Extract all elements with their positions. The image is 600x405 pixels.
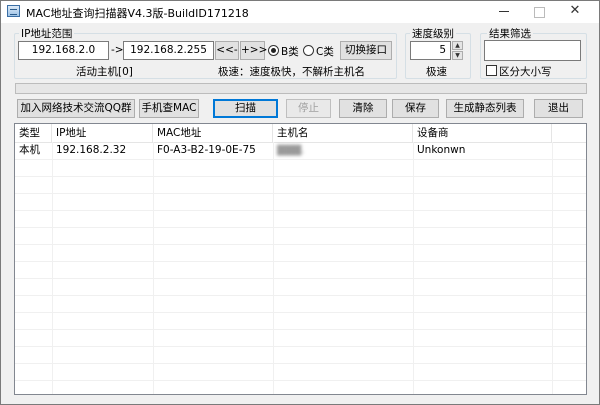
phone-mac-button[interactable]: 手机查MAC (139, 99, 199, 118)
table-row[interactable]: 本机 192.168.2.32 F0-A3-B2-19-0E-75 ▇▇▇. U… (15, 142, 586, 160)
column-header-hostname[interactable]: 主机名 (273, 124, 413, 142)
empty-row (15, 312, 586, 330)
empty-row (15, 210, 586, 228)
empty-row (15, 363, 586, 381)
speed-level-field[interactable]: 5 (410, 41, 451, 60)
class-b-radio[interactable] (268, 45, 279, 56)
cell-vendor: Unkonwn (417, 144, 466, 156)
case-sensitive-checkbox[interactable] (486, 65, 497, 76)
empty-row (15, 244, 586, 262)
range-arrow: -> (111, 44, 124, 56)
clear-button[interactable]: 清除 (339, 99, 387, 118)
empty-row (15, 261, 586, 279)
close-button[interactable]: ✕ (558, 1, 592, 23)
empty-row (15, 295, 586, 313)
start-ip-field[interactable]: 192.168.2.0 (18, 41, 109, 60)
speed-label: 极速 (426, 66, 447, 78)
end-ip-field[interactable]: 192.168.2.255 (123, 41, 214, 60)
table-body: 本机 192.168.2.32 F0-A3-B2-19-0E-75 ▇▇▇. U… (15, 142, 586, 394)
empty-row (15, 278, 586, 296)
class-c-radio[interactable] (303, 45, 314, 56)
filter-input[interactable] (484, 40, 581, 61)
maximize-icon (534, 7, 545, 18)
filter-group-label: 结果筛选 (487, 26, 533, 41)
scan-progress-bar (15, 83, 587, 94)
empty-row (15, 227, 586, 245)
scan-button[interactable]: 扫描 (213, 99, 278, 118)
speed-status-label: 极速：速度极快，不解析主机名 (218, 66, 365, 78)
speed-group-label: 速度级别 (410, 26, 456, 41)
column-header-mac[interactable]: MAC地址 (153, 124, 273, 142)
close-icon: ✕ (569, 3, 581, 18)
exit-button[interactable]: 退出 (534, 99, 583, 118)
minimize-icon (499, 11, 509, 12)
empty-row (15, 380, 586, 394)
column-header-ip[interactable]: IP地址 (52, 124, 153, 142)
empty-row (15, 329, 586, 347)
active-hosts-label: 活动主机[0] (76, 66, 133, 78)
column-header-type[interactable]: 类型 (15, 124, 52, 142)
class-c-label: C类 (316, 46, 334, 58)
empty-row (15, 193, 586, 211)
results-table[interactable]: 类型 IP地址 MAC地址 主机名 设备商 本机 192.168.2.32 F0… (14, 123, 587, 395)
spin-up-icon[interactable]: ▲ (452, 41, 463, 50)
ip-range-group-label: IP地址范围 (19, 26, 75, 41)
title-bar[interactable]: MAC地址查询扫描器V4.3版-BuildID171218 ✕ (1, 1, 599, 23)
class-b-label: B类 (281, 46, 299, 58)
empty-row (15, 176, 586, 194)
save-button[interactable]: 保存 (392, 99, 439, 118)
maximize-button[interactable] (522, 1, 556, 23)
spin-down-icon[interactable]: ▼ (452, 51, 463, 60)
join-qq-group-button[interactable]: 加入网络技术交流QQ群 (17, 99, 135, 118)
table-header: 类型 IP地址 MAC地址 主机名 设备商 (15, 124, 586, 143)
cell-ip: 192.168.2.32 (56, 144, 127, 156)
empty-row (15, 346, 586, 364)
generate-static-list-button[interactable]: 生成静态列表 (446, 99, 524, 118)
main-window: MAC地址查询扫描器V4.3版-BuildID171218 ✕ IP地址范围 1… (0, 0, 600, 405)
cell-type: 本机 (19, 144, 40, 156)
cell-hostname: ▇▇▇. (273, 142, 413, 159)
cell-mac: F0-A3-B2-19-0E-75 (157, 144, 256, 156)
stop-button[interactable]: 停止 (286, 99, 331, 118)
empty-row (15, 159, 586, 177)
redacted-hostname: ▇▇▇. (277, 144, 305, 156)
speed-spinner[interactable]: ▲ ▼ (452, 41, 463, 60)
column-header-vendor[interactable]: 设备商 (413, 124, 552, 142)
case-sensitive-label: 区分大小写 (499, 66, 552, 78)
next-range-button[interactable]: +>> (240, 41, 267, 60)
minimize-button[interactable] (487, 1, 521, 23)
prev-range-button[interactable]: <<- (215, 41, 239, 60)
switch-interface-button[interactable]: 切换接口 (340, 41, 392, 60)
app-icon (7, 5, 20, 17)
window-title: MAC地址查询扫描器V4.3版-BuildID171218 (26, 7, 249, 20)
